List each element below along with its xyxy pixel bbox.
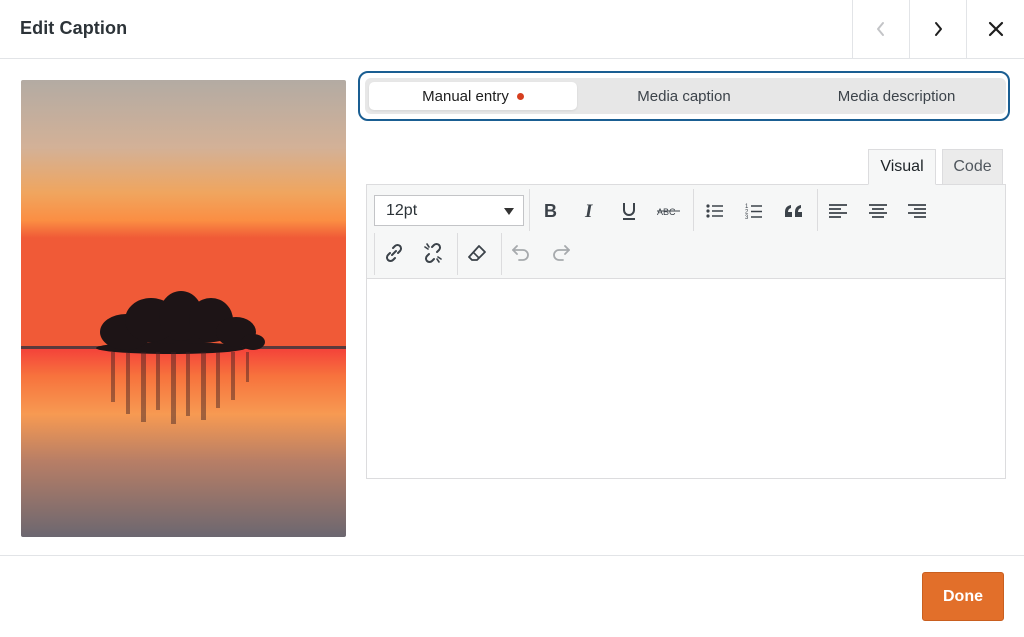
toolbar-divider [501,233,502,275]
tab-media-description[interactable]: Media description [791,82,1002,110]
italic-icon: I [584,202,593,220]
font-size-value: 12pt [386,201,418,219]
chevron-right-icon [935,22,942,36]
tab-media-caption[interactable]: Media caption [581,82,787,110]
svg-text:I: I [584,202,593,220]
bold-button[interactable]: B [536,197,564,225]
toolbar-divider [529,189,530,231]
redo-button[interactable] [547,239,575,267]
align-left-icon [829,204,847,218]
modal-title: Edit Caption [20,18,128,38]
toolbar-divider [374,233,375,275]
bulleted-list-icon [706,204,723,218]
link-icon [385,243,403,263]
font-size-select[interactable]: 12pt [374,195,524,226]
chevron-left-icon [877,22,884,36]
align-right-button[interactable] [903,197,931,225]
align-right-icon [908,204,926,218]
tab-visual[interactable]: Visual [868,149,936,185]
tab-manual-entry[interactable]: Manual entry [369,82,577,110]
modal-header: Edit Caption [0,0,1024,59]
done-button[interactable]: Done [922,572,1004,621]
align-center-button[interactable] [864,197,892,225]
caption-source-tabs: Manual entry Media caption Media descrip… [365,78,1006,114]
svg-text:3: 3 [745,215,749,220]
media-image-preview [21,80,346,537]
undo-button[interactable] [507,239,535,267]
bulleted-list-button[interactable] [701,197,729,225]
toolbar-divider [693,189,694,231]
align-left-button[interactable] [824,197,852,225]
footer-divider [0,555,1024,556]
unlink-button[interactable] [419,239,447,267]
tab-manual-entry-label: Manual entry [422,87,509,105]
caption-editor: 12pt B I ABC 123 [366,184,1006,479]
underline-icon [623,203,635,220]
close-button[interactable] [966,0,1024,58]
unlink-icon [424,242,442,264]
caption-content-area[interactable] [367,280,1005,478]
tab-code[interactable]: Code [942,149,1003,185]
previous-button[interactable] [852,0,909,58]
strikethrough-icon: ABC [657,207,680,217]
underline-button[interactable] [615,197,643,225]
blockquote-button[interactable] [780,197,808,225]
clear-formatting-icon [468,245,486,261]
next-button[interactable] [909,0,966,58]
clear-formatting-button[interactable] [463,239,491,267]
close-icon [988,21,1003,37]
numbered-list-icon: 123 [745,204,762,220]
toolbar-divider [817,189,818,231]
svg-text:ABC: ABC [657,207,676,217]
blockquote-icon [785,205,802,217]
tab-media-caption-label: Media caption [637,87,731,105]
numbered-list-button[interactable]: 123 [740,197,768,225]
caret-down-icon [504,208,514,215]
strikethrough-button[interactable]: ABC [655,197,683,225]
svg-text:B: B [544,202,557,220]
italic-button[interactable]: I [576,197,604,225]
undo-icon [512,245,529,261]
insert-link-button[interactable] [380,239,408,267]
align-center-icon [869,204,887,218]
editor-toolbar: 12pt B I ABC 123 [367,185,1005,279]
bold-icon: B [544,202,557,220]
toolbar-divider [457,233,458,275]
redo-icon [553,245,570,261]
tab-media-description-label: Media description [837,87,956,105]
sunset-island-image [21,80,346,537]
active-indicator-dot [516,92,524,100]
